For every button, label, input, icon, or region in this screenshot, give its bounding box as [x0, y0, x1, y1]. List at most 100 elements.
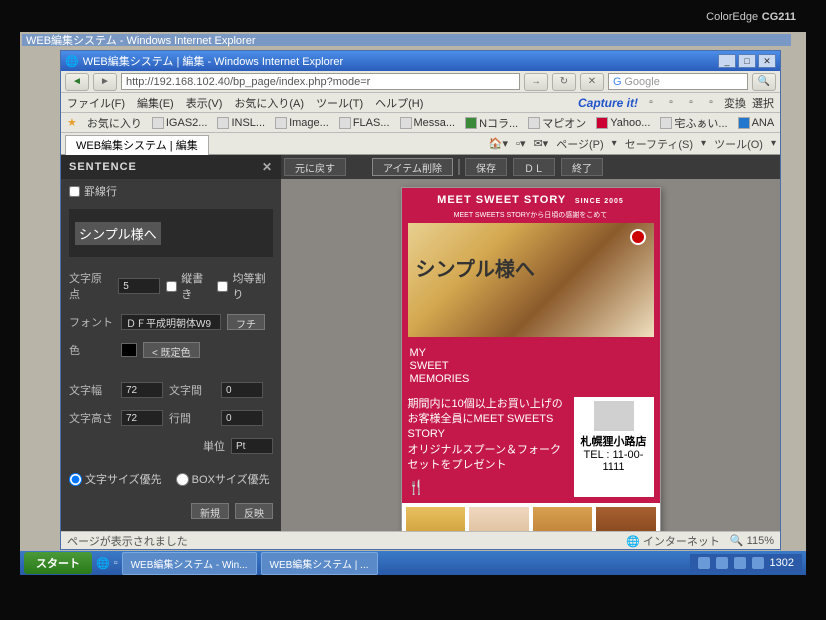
char-size-priority-radio[interactable]: 文字サイズ優先 — [69, 471, 162, 487]
fav-item[interactable]: Messa... — [400, 117, 456, 129]
safety-menu[interactable]: セーフティ(S) — [625, 136, 693, 152]
url-field[interactable]: http://192.168.102.40/bp_page/index.php?… — [121, 73, 520, 90]
record-icon — [630, 229, 646, 245]
delete-item-button[interactable]: アイテム削除 — [372, 158, 453, 176]
flyer-document[interactable]: MEET SWEET STORY SINCE 2005 MEET SWEETS … — [401, 187, 661, 531]
quick-launch-icon[interactable]: 🌐 — [96, 557, 110, 570]
menu-help[interactable]: ヘルプ(H) — [375, 95, 423, 111]
stop-button[interactable]: ✕ — [580, 73, 604, 91]
tools-menu[interactable]: ツール(O) — [714, 136, 763, 152]
fav-item[interactable]: マピオン — [528, 115, 586, 131]
toolbar-icon[interactable]: ▫ — [664, 96, 678, 110]
capture-it-button[interactable]: Capture it! — [578, 96, 638, 110]
apply-button[interactable]: 反映 — [235, 503, 273, 519]
quick-launch-icon[interactable]: ▫ — [114, 557, 118, 569]
menu-edit[interactable]: 編集(E) — [137, 95, 174, 111]
forward-button[interactable]: ► — [93, 73, 117, 91]
menu-file[interactable]: ファイル(F) — [67, 95, 125, 111]
convert-button[interactable]: 変換 — [724, 95, 746, 111]
fav-item[interactable]: FLAS... — [339, 117, 390, 129]
flyer-subtitle: MEET SWEETS STORYから日頃の感謝をこめて — [402, 210, 660, 223]
taskbar-item[interactable]: WEB編集システム | ... — [261, 552, 378, 575]
flyer-hero-image: シンプル様へ — [402, 223, 660, 343]
back-button[interactable]: ◄ — [65, 73, 89, 91]
internet-zone: 🌐 インターネット — [626, 533, 720, 549]
tray-icon[interactable] — [734, 557, 746, 569]
flyer-overlay-text[interactable]: シンプル様へ — [416, 253, 535, 282]
panel-title: SENTENCE ✕ — [61, 155, 281, 179]
end-button[interactable]: 終了 — [561, 158, 603, 176]
menu-favorites[interactable]: お気に入り(A) — [234, 95, 304, 111]
undo-button[interactable]: 元に戻す — [284, 158, 346, 176]
char-height-label: 文字高さ — [69, 410, 115, 426]
start-button[interactable]: スタート — [24, 552, 92, 574]
color-swatch[interactable] — [121, 343, 137, 357]
favorites-label[interactable]: お気に入り — [87, 115, 142, 131]
flyer-promo-text: 期間内に10個以上お買い上げのお客様全員にMEET SWEETS STORYオリ… — [408, 397, 568, 498]
titlebar[interactable]: 🌐 WEB編集システム | 編集 - Windows Internet Expl… — [61, 51, 780, 71]
page-menu[interactable]: ページ(P) — [556, 136, 603, 152]
download-button[interactable]: ＤＬ — [513, 158, 555, 176]
minimize-button[interactable]: _ — [718, 54, 736, 68]
browser-tab[interactable]: WEB編集システム | 編集 — [65, 135, 209, 155]
new-button[interactable]: 新規 — [191, 503, 229, 519]
color-label: 色 — [69, 342, 115, 358]
char-width-label: 文字幅 — [69, 382, 115, 398]
system-tray[interactable]: 1302 — [690, 554, 802, 572]
search-button[interactable]: 🔍 — [752, 73, 776, 91]
tray-icon[interactable] — [716, 557, 728, 569]
fav-item[interactable]: INSL... — [217, 117, 265, 129]
toolbar-icon[interactable]: ▫ — [684, 96, 698, 110]
fav-item[interactable]: Nコラ... — [465, 115, 518, 131]
font-select[interactable] — [121, 314, 221, 330]
taskbar-item[interactable]: WEB編集システム - Win... — [122, 552, 257, 575]
clock: 1302 — [770, 557, 794, 569]
char-height-input[interactable] — [121, 410, 163, 426]
panel-close-icon[interactable]: ✕ — [262, 160, 273, 174]
toolbar-icon[interactable]: ▫ — [704, 96, 718, 110]
product-thumb: フルーツタルトデラックス▶ ￥490 — [404, 505, 468, 531]
favorites-bar: ★ お気に入り IGAS2... INSL... Image... FLAS..… — [61, 113, 780, 133]
zoom-level[interactable]: 🔍 115% — [730, 534, 774, 547]
unit-select[interactable] — [231, 438, 273, 454]
char-width-input[interactable] — [121, 382, 163, 398]
outline-button[interactable]: フチ — [227, 314, 265, 330]
star-icon[interactable]: ★ — [67, 116, 77, 129]
toolbar-icon[interactable]: ▫ — [644, 96, 658, 110]
search-field[interactable]: G Google — [608, 73, 748, 90]
fav-item[interactable]: Yahoo... — [596, 117, 650, 129]
close-button[interactable]: ✕ — [758, 54, 776, 68]
menu-tools[interactable]: ツール(T) — [316, 95, 363, 111]
fav-item[interactable]: ANA — [738, 117, 775, 129]
fav-item[interactable]: IGAS2... — [152, 117, 208, 129]
canvas-area[interactable]: MEET SWEET STORY SINCE 2005 MEET SWEETS … — [281, 155, 780, 531]
ruled-line-checkbox[interactable]: 罫線行 — [69, 183, 273, 199]
menu-view[interactable]: 表示(V) — [186, 95, 223, 111]
line-spacing-input[interactable] — [221, 410, 263, 426]
fav-item[interactable]: 宅ふぁい... — [660, 115, 727, 131]
properties-sidebar: 罫線行 シンプル様へ 文字原点 縦書き 均等割り フォント フチ 色 < 既定色… — [61, 155, 281, 531]
monitor-brand: ColorEdge CG211 — [706, 8, 796, 23]
home-button[interactable]: 🏠▾ — [489, 137, 508, 150]
browser-window: 🌐 WEB編集システム | 編集 - Windows Internet Expl… — [60, 50, 781, 550]
text-preview: シンプル様へ — [69, 209, 273, 257]
mail-button[interactable]: ✉▾ — [533, 137, 548, 150]
app-toolbar: SENTENCE ✕ 元に戻す アイテム削除 保存 ＤＬ 終了 — [61, 155, 780, 179]
feed-button[interactable]: ▫▾ — [516, 137, 525, 150]
select-button[interactable]: 選択 — [752, 95, 774, 111]
equal-spacing-checkbox[interactable]: 均等割り — [217, 270, 273, 302]
refresh-button[interactable]: ↻ — [552, 73, 576, 91]
product-thumb: チョコチーズケーキ▶ ￥850 — [531, 505, 595, 531]
save-button[interactable]: 保存 — [465, 158, 507, 176]
font-label: フォント — [69, 314, 115, 330]
tray-icon[interactable] — [698, 557, 710, 569]
origin-input[interactable] — [118, 278, 160, 294]
fav-item[interactable]: Image... — [275, 117, 329, 129]
default-color-button[interactable]: < 既定色 — [143, 342, 200, 358]
char-spacing-input[interactable] — [221, 382, 263, 398]
go-button[interactable]: → — [524, 73, 548, 91]
tray-icon[interactable] — [752, 557, 764, 569]
box-size-priority-radio[interactable]: BOXサイズ優先 — [176, 471, 270, 487]
maximize-button[interactable]: □ — [738, 54, 756, 68]
vertical-checkbox[interactable]: 縦書き — [166, 270, 211, 302]
